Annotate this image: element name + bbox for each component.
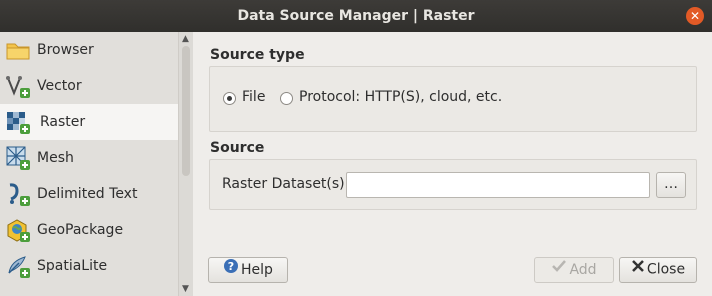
- source-heading: Source: [210, 140, 265, 156]
- close-button-label: Close: [646, 261, 686, 278]
- spatialite-icon: [5, 253, 31, 279]
- window-title: Data Source Manager | Raster: [237, 8, 475, 24]
- browse-button[interactable]: …: [656, 172, 686, 198]
- sidebar-item-label: Browser: [37, 42, 94, 58]
- sidebar: Browser Vector Raster Mesh Delimited Tex…: [0, 32, 178, 296]
- raster-dataset-input[interactable]: [346, 172, 650, 198]
- protocol-radio-label[interactable]: Protocol: HTTP(S), cloud, etc.: [299, 89, 502, 105]
- vector-icon: [5, 73, 31, 99]
- sidebar-item-spatialite[interactable]: SpatiaLite: [0, 248, 178, 284]
- help-button[interactable]: ? Help: [208, 257, 288, 283]
- raster-icon: [5, 109, 31, 135]
- help-button-label: Help: [241, 262, 273, 278]
- delimited-text-icon: [5, 181, 31, 207]
- protocol-radio[interactable]: [280, 92, 293, 105]
- add-button-label: Add: [569, 262, 597, 278]
- sidebar-item-mesh[interactable]: Mesh: [0, 140, 178, 176]
- scroll-down-arrow-icon[interactable]: ▼: [182, 284, 189, 294]
- sidebar-item-delimited-text[interactable]: Delimited Text: [0, 176, 178, 212]
- sidebar-item-label: Raster: [40, 114, 86, 130]
- source-type-heading: Source type: [210, 47, 305, 63]
- file-radio[interactable]: [223, 92, 236, 105]
- source-group: Raster Dataset(s) …: [209, 159, 697, 210]
- close-icon: [631, 258, 645, 281]
- help-icon: ?: [223, 258, 239, 282]
- close-button[interactable]: Close: [619, 257, 697, 283]
- geopackage-icon: [5, 217, 31, 243]
- window-close-button[interactable]: ✕: [686, 7, 704, 25]
- sidebar-item-raster[interactable]: Raster: [0, 104, 178, 140]
- raster-panel: Source type File Protocol: HTTP(S), clou…: [193, 32, 712, 296]
- add-button[interactable]: Add: [534, 257, 614, 283]
- svg-text:?: ?: [228, 260, 234, 273]
- checkmark-icon: [551, 258, 567, 282]
- sidebar-item-browser[interactable]: Browser: [0, 32, 178, 68]
- folder-icon: [5, 37, 31, 63]
- source-type-group: File Protocol: HTTP(S), cloud, etc.: [209, 66, 697, 132]
- title-bar: Data Source Manager | Raster ✕: [0, 0, 712, 32]
- raster-dataset-label: Raster Dataset(s): [222, 176, 345, 192]
- sidebar-item-label: Delimited Text: [37, 186, 138, 202]
- sidebar-item-label: Mesh: [37, 150, 74, 166]
- mesh-icon: [5, 145, 31, 171]
- sidebar-item-vector[interactable]: Vector: [0, 68, 178, 104]
- scrollbar-thumb[interactable]: [182, 46, 190, 176]
- sidebar-scrollbar[interactable]: ▲ ▼: [178, 32, 193, 296]
- sidebar-item-geopackage[interactable]: GeoPackage: [0, 212, 178, 248]
- file-radio-label[interactable]: File: [242, 89, 265, 105]
- scroll-up-arrow-icon[interactable]: ▲: [182, 34, 189, 44]
- sidebar-item-label: GeoPackage: [37, 222, 124, 238]
- sidebar-item-label: Vector: [37, 78, 82, 94]
- sidebar-item-label: SpatiaLite: [37, 258, 108, 274]
